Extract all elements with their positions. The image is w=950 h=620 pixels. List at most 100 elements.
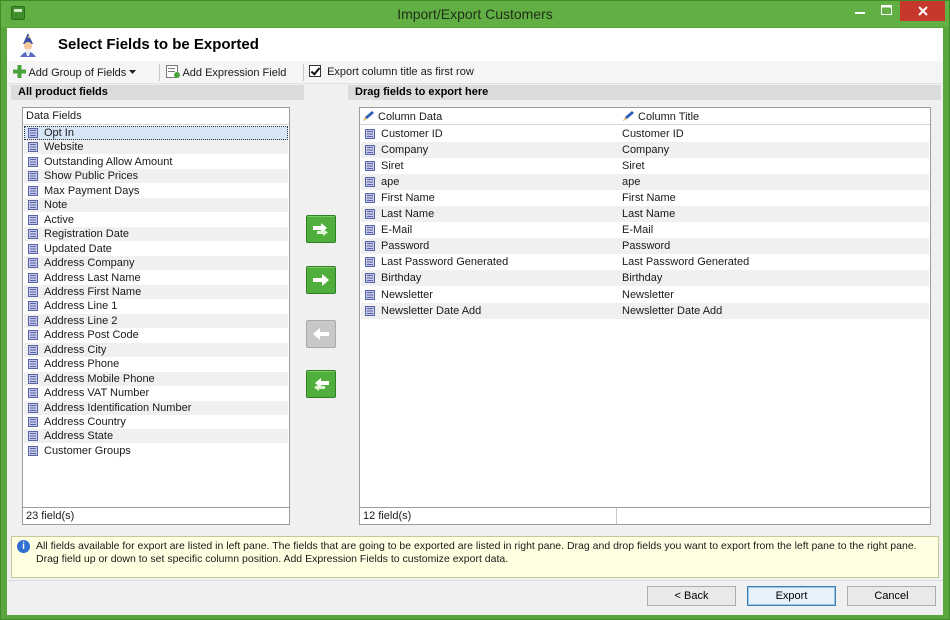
cancel-button[interactable]: Cancel <box>847 586 936 606</box>
export-column-row[interactable]: Siret Siret <box>361 158 929 174</box>
export-column-row[interactable]: E-Mail E-Mail <box>361 222 929 238</box>
field-list-item[interactable]: Opt In <box>24 126 288 140</box>
column-title-cell[interactable]: Company <box>622 142 669 158</box>
column-data-cell: Newsletter Date Add <box>381 304 482 317</box>
field-list-item[interactable]: Note <box>24 198 288 213</box>
field-list-item[interactable]: Address Company <box>24 256 288 271</box>
database-field-icon <box>28 359 38 370</box>
column-title-cell[interactable]: First Name <box>622 190 676 206</box>
export-column-row[interactable]: Password Password <box>361 238 929 255</box>
field-list-item[interactable]: Address Post Code <box>24 328 288 342</box>
column-title-cell[interactable]: Last Password Generated <box>622 254 749 270</box>
footer-divider <box>616 508 617 524</box>
field-list-item[interactable]: Address Country <box>24 415 288 429</box>
database-field-icon <box>28 243 38 254</box>
field-list-item[interactable]: Address VAT Number <box>24 386 288 400</box>
export-column-row[interactable]: ape ape <box>361 174 929 191</box>
export-column-row[interactable]: First Name First Name <box>361 190 929 206</box>
field-list-item[interactable]: Address Line 1 <box>24 299 288 313</box>
right-pane-header: Drag fields to export here <box>348 85 941 100</box>
add-group-button[interactable]: Add Group of Fields <box>13 65 137 79</box>
field-list-item[interactable]: Show Public Prices <box>24 169 288 184</box>
column-title-cell[interactable]: Newsletter <box>622 287 674 303</box>
field-list-item[interactable]: Customer Groups <box>24 444 288 458</box>
data-fields-header-label: Data Fields <box>26 110 82 122</box>
column-title-cell[interactable]: Newsletter Date Add <box>622 303 722 319</box>
export-button[interactable]: Export <box>747 586 836 606</box>
export-column-row[interactable]: Company Company <box>361 142 929 159</box>
export-column-row[interactable]: Birthday Birthday <box>361 270 929 287</box>
export-title-label: Export column title as first row <box>327 66 474 78</box>
export-column-row[interactable]: Newsletter Date Add Newsletter Date Add <box>361 302 929 319</box>
column-title-cell[interactable]: Password <box>622 238 670 254</box>
field-list-item-label: Address Last Name <box>44 271 141 284</box>
database-field-icon <box>28 431 38 442</box>
field-list-item[interactable]: Address Phone <box>24 357 288 371</box>
database-field-icon <box>28 258 38 269</box>
field-list-item[interactable]: Website <box>24 140 288 155</box>
field-list-item-label: Address VAT Number <box>44 387 150 400</box>
close-button[interactable] <box>900 1 945 21</box>
column-data-cell: Last Name <box>381 208 435 221</box>
export-column-row[interactable]: Customer ID Customer ID <box>361 126 929 142</box>
title-bar[interactable]: Import/Export Customers <box>1 1 949 27</box>
field-list-item[interactable]: Address State <box>24 429 288 444</box>
export-column-row[interactable]: Last Name Last Name <box>361 206 929 223</box>
field-list-item[interactable]: Updated Date <box>24 242 288 256</box>
right-export-list[interactable]: Column Data Column Title Customer ID Cust… <box>359 107 931 525</box>
export-title-checkbox[interactable]: Export column title as first row <box>309 65 474 78</box>
field-list-item[interactable]: Address Identification Number <box>24 400 288 415</box>
maximize-button[interactable] <box>873 1 899 21</box>
column-title-cell[interactable]: Customer ID <box>622 126 684 142</box>
back-button[interactable]: < Back <box>647 586 736 606</box>
app-window: Import/Export Customers Select Fields to… <box>0 0 950 620</box>
field-list-item[interactable]: Registration Date <box>24 227 288 242</box>
database-field-icon <box>28 301 38 312</box>
database-field-icon <box>28 445 38 456</box>
field-list-item[interactable]: Address Line 2 <box>24 313 288 328</box>
right-pane-footer: 12 field(s) <box>360 507 930 524</box>
add-field-button[interactable] <box>306 266 336 294</box>
field-list-item-label: Address Line 1 <box>44 300 118 313</box>
column-title-cell[interactable]: Birthday <box>622 270 662 286</box>
field-list-item[interactable]: Max Payment Days <box>24 184 288 198</box>
window-title: Import/Export Customers <box>397 6 553 22</box>
field-list-item[interactable]: Active <box>24 213 288 227</box>
database-field-icon <box>365 129 375 139</box>
left-column-header[interactable]: Data Fields <box>23 108 289 125</box>
minimize-button[interactable] <box>847 1 873 21</box>
column-data-header[interactable]: Column Data <box>362 110 442 123</box>
field-list-item[interactable]: Address City <box>24 342 288 357</box>
close-icon <box>917 6 928 16</box>
export-column-row[interactable]: Last Password Generated Last Password Gen… <box>361 254 929 270</box>
field-list-item-label: Address Post Code <box>44 329 139 342</box>
database-field-icon <box>365 209 375 220</box>
field-list-item[interactable]: Outstanding Allow Amount <box>24 155 288 169</box>
column-title-header[interactable]: Column Title <box>622 110 699 123</box>
add-expression-field-button[interactable]: Add Expression Field <box>166 65 286 79</box>
export-column-row[interactable]: Newsletter Newsletter <box>361 287 929 303</box>
double-arrow-left-icon <box>314 378 329 391</box>
remove-field-button[interactable] <box>306 320 336 348</box>
column-data-cell: Siret <box>381 160 404 173</box>
add-all-fields-button[interactable] <box>306 215 336 243</box>
field-list-item[interactable]: Address Last Name <box>24 271 288 285</box>
field-list-item[interactable]: Address First Name <box>24 284 288 299</box>
column-data-cell: Company <box>381 144 429 157</box>
column-title-cell[interactable]: Last Name <box>622 206 675 222</box>
arrow-left-icon <box>313 328 329 340</box>
field-list-item[interactable]: Address Mobile Phone <box>24 371 288 386</box>
column-title-cell[interactable]: ape <box>622 174 640 190</box>
dropdown-arrow-icon <box>129 70 137 74</box>
field-list-item-label: Show Public Prices <box>44 170 139 183</box>
remove-all-fields-button[interactable] <box>306 370 336 398</box>
database-field-icon <box>28 200 38 211</box>
database-field-icon <box>365 273 375 284</box>
left-field-list[interactable]: Data Fields Opt In Website Outstanding All… <box>22 107 290 525</box>
column-data-cell: Customer ID <box>381 128 443 140</box>
column-title-cell[interactable]: E-Mail <box>622 222 653 238</box>
add-expression-label: Add Expression Field <box>182 67 287 79</box>
field-list-item-label: Address City <box>44 343 107 356</box>
field-list-item-label: Note <box>44 199 68 212</box>
column-title-cell[interactable]: Siret <box>622 158 645 174</box>
